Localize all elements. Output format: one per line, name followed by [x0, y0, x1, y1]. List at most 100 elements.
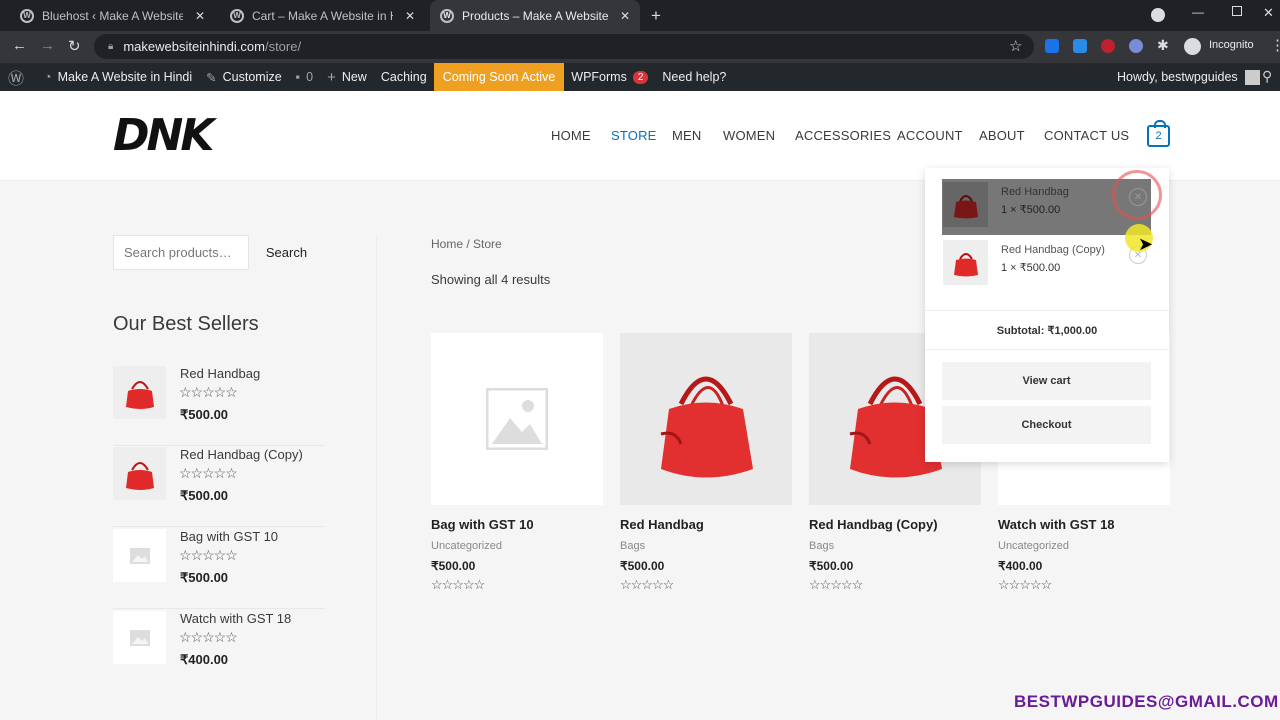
coming-soon-badge[interactable]: Coming Soon Active: [433, 63, 565, 91]
browser-tab-products[interactable]: W Products – Make A Website in Hindi ✕: [430, 0, 640, 31]
nav-women[interactable]: WOMEN: [723, 128, 775, 143]
browser-menu-icon[interactable]: ⋮: [1270, 36, 1280, 54]
color-picker-extension-icon[interactable]: [1129, 39, 1143, 53]
best-seller-name[interactable]: Red Handbag: [180, 366, 260, 381]
back-icon[interactable]: ←: [12, 37, 27, 54]
red-handbag-thumbnail[interactable]: [113, 366, 166, 419]
cart-count: 2: [1155, 130, 1162, 142]
best-seller-price: ₹500.00: [180, 407, 229, 422]
nav-store[interactable]: STORE: [611, 128, 657, 143]
new-content-menu[interactable]: + New: [320, 63, 374, 91]
rating-stars: ☆☆☆☆☆: [179, 547, 238, 563]
placeholder-thumbnail[interactable]: [113, 529, 166, 582]
red-handbag-thumbnail[interactable]: [113, 447, 166, 500]
mini-cart-item-name[interactable]: Red Handbag (Copy): [1001, 244, 1105, 256]
address-bar[interactable]: 🔒︎ makewebsiteinhindi.com /store/: [94, 34, 1034, 59]
close-window-icon[interactable]: ✕: [1263, 5, 1274, 21]
site-name-menu[interactable]: ◔ Make A Website in Hindi: [37, 63, 199, 91]
nav-account[interactable]: ACCOUNT: [897, 128, 963, 143]
best-seller-name[interactable]: Watch with GST 18: [180, 611, 291, 626]
browser-tab-bluehost[interactable]: W Bluehost ‹ Make A Website in Hindi ✕: [10, 0, 215, 31]
ublock-extension-icon[interactable]: [1101, 39, 1115, 53]
wpforms-menu[interactable]: WPForms 2: [564, 63, 655, 91]
close-tab-icon[interactable]: ✕: [620, 9, 630, 23]
bitwarden-extension-icon[interactable]: [1045, 39, 1059, 53]
best-seller-name[interactable]: Red Handbag (Copy): [180, 447, 303, 462]
caching-menu[interactable]: Caching: [374, 63, 434, 91]
reload-icon[interactable]: ↻: [68, 37, 81, 55]
results-count: Showing all 4 results: [431, 272, 551, 287]
breadcrumb[interactable]: Home / Store: [431, 237, 502, 251]
my-account-menu[interactable]: Howdy, bestwpguides: [1110, 63, 1267, 91]
bookmark-star-icon[interactable]: ☆: [1009, 37, 1022, 55]
product-image[interactable]: [620, 333, 792, 505]
search-button[interactable]: Search: [249, 235, 324, 270]
howdy-label: Howdy, bestwpguides: [1117, 70, 1238, 84]
mini-cart-item-qty: 1 × ₹500.00: [1001, 204, 1061, 216]
url-domain: makewebsiteinhindi.com: [123, 39, 265, 54]
skype-extension-icon[interactable]: [1073, 39, 1087, 53]
comment-icon: ▪: [295, 70, 301, 84]
site-logo[interactable]: DNK: [113, 110, 214, 161]
rating-stars: ☆☆☆☆☆: [179, 629, 238, 645]
product-card: Bag with GST 10 Uncategorized ₹500.00 ☆☆…: [431, 333, 603, 593]
image-placeholder-icon: [129, 629, 150, 646]
product-name[interactable]: Red Handbag (Copy): [809, 517, 981, 532]
placeholder-thumbnail[interactable]: [113, 611, 166, 664]
mouse-pointer-icon: ➤: [1138, 234, 1154, 254]
avatar: [1244, 69, 1260, 85]
wordpress-icon: W: [230, 8, 244, 23]
product-price: ₹500.00: [809, 559, 854, 573]
site-name-label: Make A Website in Hindi: [57, 70, 193, 84]
product-price: ₹400.00: [998, 559, 1043, 573]
new-tab-button[interactable]: +: [651, 6, 661, 26]
wp-logo-menu[interactable]: Ⓦ: [0, 63, 37, 91]
product-name[interactable]: Bag with GST 10: [431, 517, 603, 532]
minimize-window-icon[interactable]: —: [1192, 5, 1204, 19]
product-name[interactable]: Watch with GST 18: [998, 517, 1170, 532]
need-help-link[interactable]: Need help?: [655, 63, 733, 91]
close-tab-icon[interactable]: ✕: [195, 9, 205, 23]
nav-men[interactable]: MEN: [672, 128, 702, 143]
need-help-label: Need help?: [662, 70, 727, 84]
handbag-icon: [125, 461, 154, 490]
handbag-icon: [953, 194, 978, 218]
search-icon[interactable]: ⚲: [1262, 68, 1272, 85]
mini-cart-thumbnail[interactable]: [943, 182, 988, 227]
red-handbag-icon: [660, 376, 753, 478]
rating-stars: ☆☆☆☆☆: [179, 384, 238, 400]
nav-home[interactable]: HOME: [551, 128, 591, 143]
product-category: Bags: [809, 540, 835, 552]
cart-icon-button[interactable]: 2: [1147, 120, 1170, 147]
mini-cart-thumbnail[interactable]: [943, 240, 988, 285]
rating-stars: ☆☆☆☆☆: [431, 577, 485, 592]
mini-cart-item: Red Handbag (Copy) 1 × ₹500.00 ✕: [942, 237, 1151, 293]
close-tab-icon[interactable]: ✕: [405, 9, 415, 23]
product-search-input[interactable]: Search products…: [113, 235, 249, 270]
tab-title: Bluehost ‹ Make A Website in Hindi: [42, 8, 183, 23]
mini-cart-item-name[interactable]: Red Handbag: [1001, 186, 1069, 198]
nav-contact-us[interactable]: CONTACT US: [1044, 128, 1129, 143]
product-price: ₹500.00: [431, 559, 476, 573]
tab-title: Cart – Make A Website in Hindi: [252, 8, 393, 23]
best-seller-name[interactable]: Bag with GST 10: [180, 529, 278, 544]
customize-link[interactable]: ✎ Customize: [199, 63, 289, 91]
tab-title: Products – Make A Website in Hindi: [462, 8, 608, 23]
forward-icon[interactable]: →: [40, 37, 55, 54]
browser-tab-cart[interactable]: W Cart – Make A Website in Hindi ✕: [220, 0, 425, 31]
comments-link[interactable]: ▪ 0: [289, 63, 320, 91]
tab-search-icon[interactable]: [1151, 8, 1165, 22]
view-cart-button[interactable]: View cart: [942, 362, 1151, 400]
mini-cart-item-qty: 1 × ₹500.00: [1001, 262, 1061, 274]
extensions-puzzle-icon[interactable]: ✱: [1157, 37, 1169, 54]
nav-accessories[interactable]: ACCESSORIES: [795, 128, 891, 143]
rating-stars: ☆☆☆☆☆: [998, 577, 1052, 592]
customize-label: Customize: [222, 70, 282, 84]
nav-about[interactable]: ABOUT: [979, 128, 1025, 143]
product-image[interactable]: [431, 333, 603, 505]
plus-icon: +: [327, 68, 336, 86]
product-name[interactable]: Red Handbag: [620, 517, 792, 532]
checkout-button[interactable]: Checkout: [942, 406, 1151, 444]
brush-icon: ✎: [206, 70, 217, 85]
restore-window-icon[interactable]: [1232, 6, 1242, 16]
